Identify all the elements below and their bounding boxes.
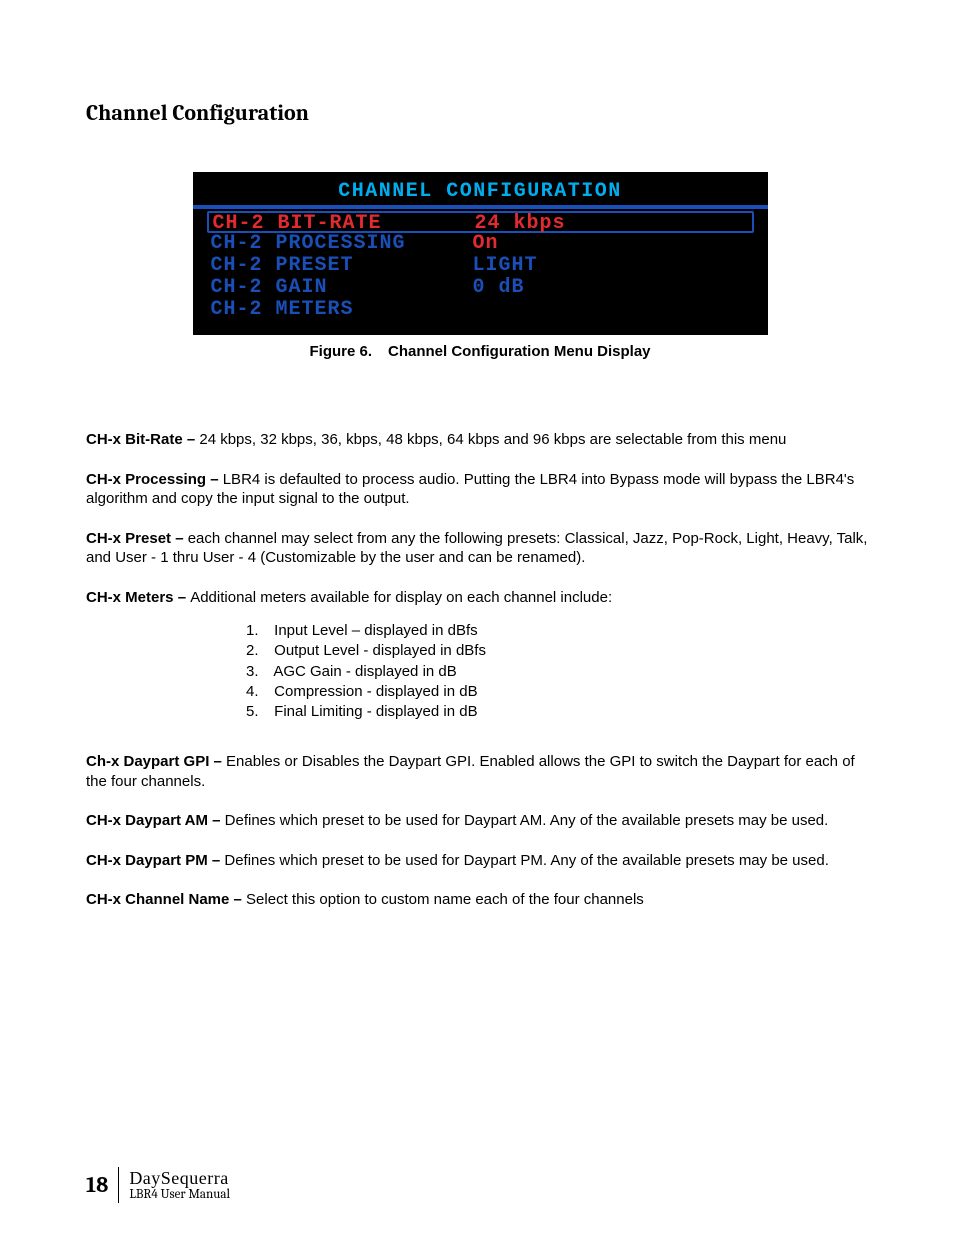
page-number: 18 [86,1172,118,1198]
list-item: 5. Final Limiting - displayed in dB [246,702,874,722]
lcd-row-label: CH-2 PROCESSING [207,233,473,255]
lcd-title: CHANNEL CONFIGURATION [193,180,768,205]
p-channel-name: CH-x Channel Name – Select this option t… [86,890,874,910]
lcd-display: CHANNEL CONFIGURATION CH-2 BIT-RATE24 kb… [193,172,768,335]
lcd-row-value: 0 dB [473,277,754,299]
lcd-row: CH-2 BIT-RATE24 kbps [207,211,754,233]
list-item: 1. Input Level – displayed in dBfs [246,621,874,641]
figure-title: Channel Configuration Menu Display [388,343,651,360]
lcd-row-label: CH-2 PRESET [207,255,473,277]
p-daypart-am: CH-x Daypart AM – Defines which preset t… [86,811,874,831]
p-daypart-gpi: Ch-x Daypart GPI – Enables or Disables t… [86,752,874,791]
p-preset: CH-x Preset – each channel may select fr… [86,529,874,568]
p-daypart-pm: CH-x Daypart PM – Defines which preset t… [86,851,874,871]
figure-number: Figure 6. [309,343,372,360]
manual-name: LBR4 User Manual [129,1188,230,1202]
brand-name: DaySequerra [129,1169,230,1188]
p-processing: CH-x Processing – LBR4 is defaulted to p… [86,470,874,509]
lcd-row: CH-2 METERS [207,299,754,321]
list-item: 2. Output Level - displayed in dBfs [246,641,874,661]
lcd-row-label: CH-2 BIT-RATE [209,213,475,231]
section-heading: Channel Configuration [86,100,874,126]
page-footer: 18 DaySequerra LBR4 User Manual [86,1167,230,1203]
lcd-row-label: CH-2 METERS [207,299,473,321]
lcd-divider [193,205,768,209]
lcd-row-value: LIGHT [473,255,754,277]
list-item: 3. AGC Gain - displayed in dB [246,662,874,682]
p-bitrate: CH-x Bit-Rate – 24 kbps, 32 kbps, 36, kb… [86,430,874,450]
lcd-row-value: 24 kbps [475,213,752,231]
lcd-row-label: CH-2 GAIN [207,277,473,299]
p-meters: CH-x Meters – Additional meters availabl… [86,588,874,608]
list-item: 4. Compression - displayed in dB [246,682,874,702]
meters-list: 1. Input Level – displayed in dBfs2. Out… [246,621,874,722]
footer-divider [118,1167,119,1203]
lcd-row: CH-2 PRESETLIGHT [207,255,754,277]
lcd-row: CH-2 PROCESSINGOn [207,233,754,255]
lcd-row: CH-2 GAIN0 dB [207,277,754,299]
figure-caption: Figure 6. Channel Configuration Menu Disp… [86,343,874,360]
lcd-row-value: On [473,233,754,255]
lcd-row-value [473,299,754,321]
